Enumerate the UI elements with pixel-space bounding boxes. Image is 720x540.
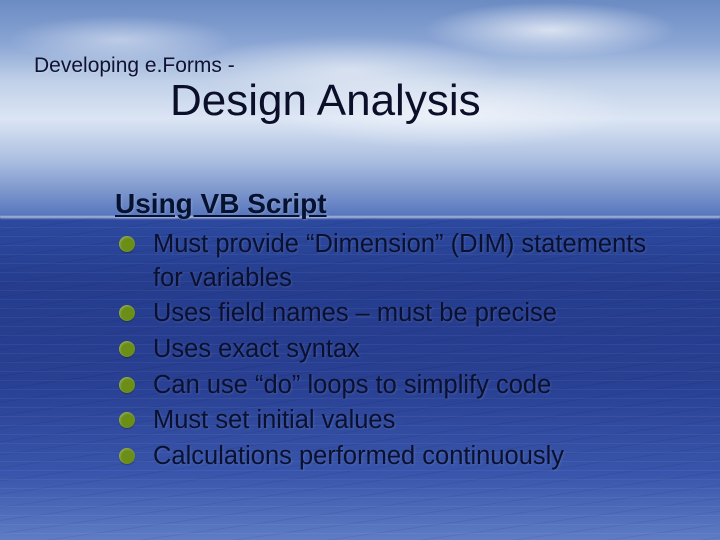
bullet-item: Can use “do” loops to simplify code	[115, 369, 660, 403]
slide: Developing e.Forms - Design Analysis Usi…	[0, 0, 720, 540]
bullet-item: Must set initial values	[115, 404, 660, 438]
slide-pretitle: Developing e.Forms -	[34, 54, 235, 78]
bullet-item: Uses exact syntax	[115, 333, 660, 367]
bullet-item: Calculations performed continuously	[115, 440, 660, 474]
slide-title: Design Analysis	[170, 76, 481, 126]
bullet-list: Must provide “Dimension” (DIM) statement…	[115, 228, 660, 476]
content-area: Developing e.Forms - Design Analysis Usi…	[0, 0, 720, 540]
slide-subheading: Using VB Script	[115, 188, 327, 220]
bullet-item: Uses field names – must be precise	[115, 297, 660, 331]
bullet-item: Must provide “Dimension” (DIM) statement…	[115, 228, 660, 295]
